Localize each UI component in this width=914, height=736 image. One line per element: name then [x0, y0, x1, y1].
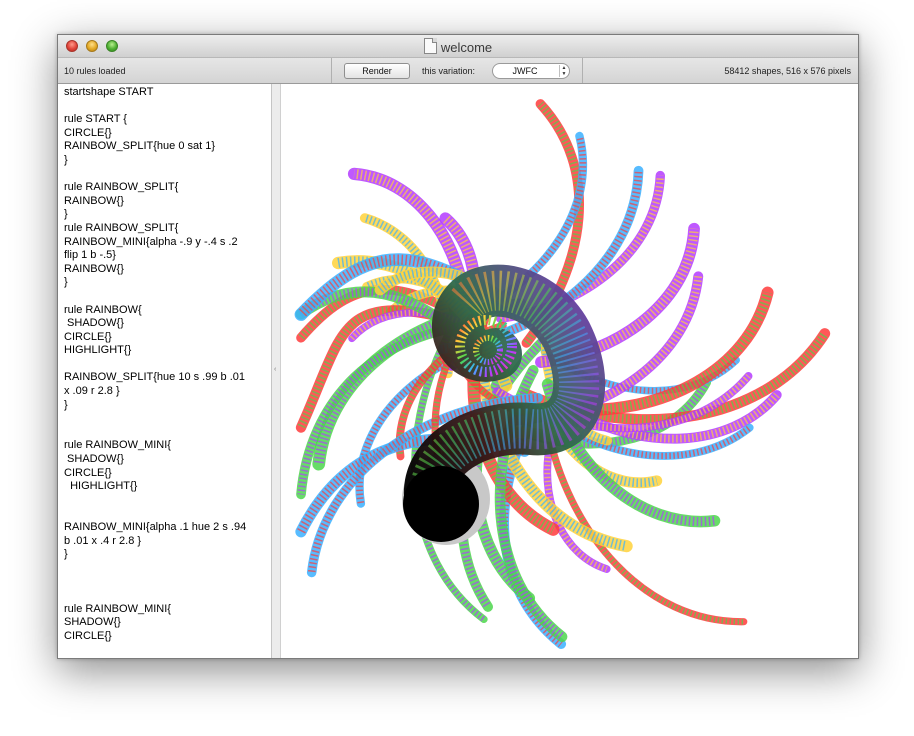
split-view-divider[interactable]: ‹	[272, 84, 281, 658]
code-text[interactable]: startshape START rule START { CIRCLE{} R…	[58, 84, 271, 645]
app-window: welcome 10 rules loaded Render this vari…	[57, 34, 859, 659]
rendered-artwork	[294, 99, 831, 649]
variation-stepper[interactable]: ▲ ▼	[559, 65, 568, 77]
toolbar: 10 rules loaded Render this variation: J…	[58, 58, 858, 84]
status-text: 10 rules loaded	[64, 66, 126, 76]
variation-field[interactable]: JWFC ▲ ▼	[492, 63, 570, 79]
render-button[interactable]: Render	[344, 63, 410, 79]
title-bar[interactable]: welcome	[58, 35, 858, 58]
stepper-down-icon[interactable]: ▼	[560, 71, 568, 77]
shape-info: 58412 shapes, 516 x 576 pixels	[724, 66, 851, 76]
window-title: welcome	[440, 40, 493, 55]
render-controls: Render this variation: JWFC ▲ ▼	[331, 58, 583, 83]
spiral-head	[403, 466, 479, 542]
window-title-container: welcome	[58, 38, 858, 55]
render-canvas	[281, 84, 858, 658]
document-icon	[423, 38, 437, 54]
variation-label: this variation:	[422, 66, 476, 76]
code-editor[interactable]: startshape START rule START { CIRCLE{} R…	[58, 84, 272, 658]
splitter-grip-icon[interactable]: ‹	[274, 366, 276, 373]
variation-value[interactable]: JWFC	[493, 64, 557, 78]
